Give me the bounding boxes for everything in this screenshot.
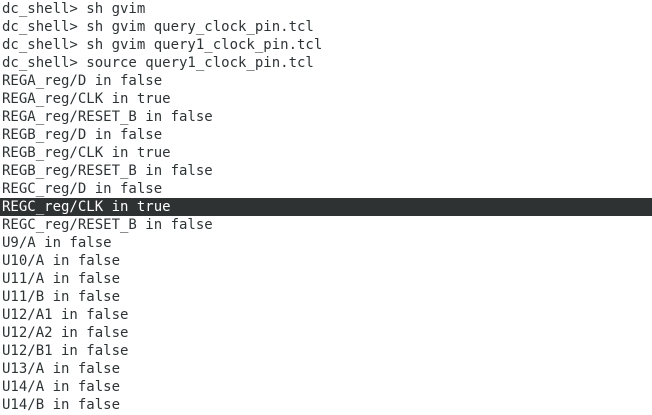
output-line[interactable]: U14/B in false: [0, 396, 652, 414]
output-line[interactable]: REGA_reg/CLK in true: [0, 90, 652, 108]
output-line[interactable]: REGC_reg/D in false: [0, 180, 652, 198]
output-line[interactable]: REGC_reg/RESET_B in false: [0, 216, 652, 234]
output-line[interactable]: U11/B in false: [0, 288, 652, 306]
output-line-selected[interactable]: REGC_reg/CLK in true: [0, 198, 652, 216]
terminal-output[interactable]: dc_shell> sh gvim dc_shell> sh gvim quer…: [0, 0, 652, 415]
output-line[interactable]: U12/B1 in false: [0, 342, 652, 360]
output-line[interactable]: U9/A in false: [0, 234, 652, 252]
output-line[interactable]: REGB_reg/CLK in true: [0, 144, 652, 162]
output-line[interactable]: REGB_reg/RESET_B in false: [0, 162, 652, 180]
output-line[interactable]: REGA_reg/RESET_B in false: [0, 108, 652, 126]
output-line[interactable]: U13/A in false: [0, 360, 652, 378]
output-line[interactable]: U12/A2 in false: [0, 324, 652, 342]
command-line-gvim-query1-clock-pin[interactable]: dc_shell> sh gvim query1_clock_pin.tcl: [0, 36, 652, 54]
output-line[interactable]: U12/A1 in false: [0, 306, 652, 324]
output-line[interactable]: REGA_reg/D in false: [0, 72, 652, 90]
output-line[interactable]: U10/A in false: [0, 252, 652, 270]
output-line[interactable]: U11/A in false: [0, 270, 652, 288]
command-line-source-query1-clock-pin[interactable]: dc_shell> source query1_clock_pin.tcl: [0, 54, 652, 72]
command-line-sh-gvim[interactable]: dc_shell> sh gvim: [0, 0, 652, 18]
output-line[interactable]: REGB_reg/D in false: [0, 126, 652, 144]
output-line[interactable]: U14/A in false: [0, 378, 652, 396]
command-line-gvim-query-clock-pin[interactable]: dc_shell> sh gvim query_clock_pin.tcl: [0, 18, 652, 36]
